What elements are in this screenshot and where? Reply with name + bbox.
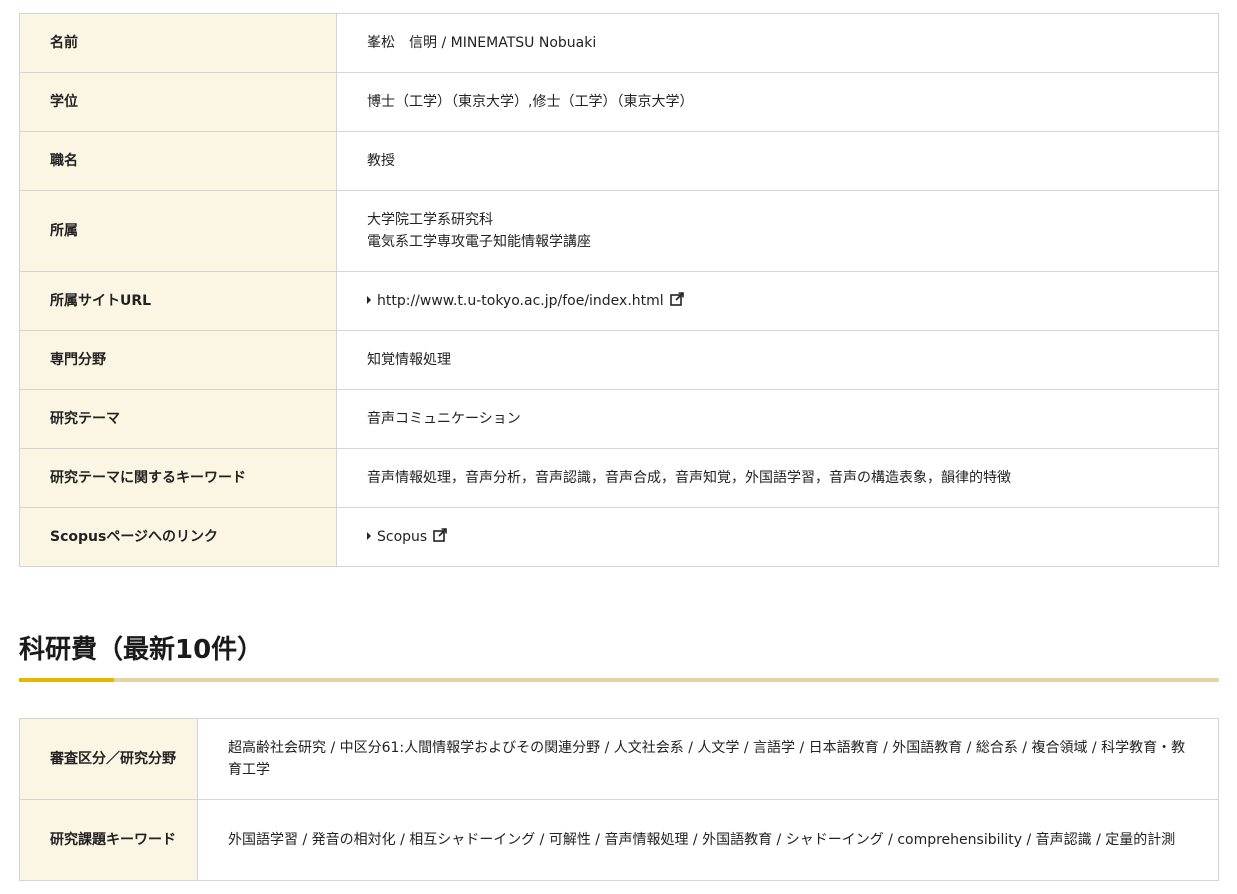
- heading-underline-accent: [19, 678, 114, 682]
- research-theme-value: 音声コミュニケーション: [336, 389, 1219, 449]
- caret-right-icon: [367, 532, 371, 540]
- row-label-position: 職名: [19, 131, 337, 191]
- row-label-scopus: Scopusページへのリンク: [19, 507, 337, 567]
- scopus-cell: Scopus: [336, 507, 1219, 567]
- row-label-affiliation: 所属: [19, 190, 337, 272]
- row-label-specialty: 専門分野: [19, 330, 337, 390]
- affiliation-value: 大学院工学系研究科 電気系工学専攻電子知能情報学講座: [336, 190, 1219, 272]
- table-row: Scopusページへのリンク Scopus: [19, 507, 1219, 567]
- row-label-affiliation-url: 所属サイトURL: [19, 271, 337, 331]
- kaken-section-heading: 科研費（最新10件）: [19, 635, 264, 665]
- row-label-degree: 学位: [19, 72, 337, 132]
- affiliation-url-link[interactable]: http://www.t.u-tokyo.ac.jp/foe/index.htm…: [367, 292, 684, 309]
- table-row: 審査区分／研究分野 超高齢社会研究 / 中区分61:人間情報学およびその関連分野…: [19, 718, 1219, 800]
- table-row: 職名 教授: [19, 131, 1219, 191]
- researcher-name: 峯松 信明 / MINEMATSU Nobuaki: [336, 13, 1219, 73]
- external-link-icon: [433, 528, 448, 542]
- table-row: 名前 峯松 信明 / MINEMATSU Nobuaki: [19, 13, 1219, 73]
- profile-table: 名前 峯松 信明 / MINEMATSU Nobuaki 学位 博士（工学）（東…: [19, 13, 1219, 567]
- row-label-review-category: 審査区分／研究分野: [19, 718, 198, 800]
- table-row: 研究課題キーワード 外国語学習 / 発音の相対化 / 相互シャドーイング / 可…: [19, 799, 1219, 881]
- row-label-name: 名前: [19, 13, 337, 73]
- table-row: 専門分野 知覚情報処理: [19, 330, 1219, 390]
- table-row: 研究テーマ 音声コミュニケーション: [19, 389, 1219, 449]
- kaken-table: 審査区分／研究分野 超高齢社会研究 / 中区分61:人間情報学およびその関連分野…: [19, 718, 1219, 881]
- caret-right-icon: [367, 296, 371, 304]
- affiliation-url-text: http://www.t.u-tokyo.ac.jp/foe/index.htm…: [377, 293, 664, 309]
- review-category-value: 超高齢社会研究 / 中区分61:人間情報学およびその関連分野 / 人文社会系 /…: [197, 718, 1219, 800]
- specialty-value: 知覚情報処理: [336, 330, 1219, 390]
- table-row: 研究テーマに関するキーワード 音声情報処理，音声分析，音声認識，音声合成，音声知…: [19, 448, 1219, 508]
- row-label-project-keywords: 研究課題キーワード: [19, 799, 198, 881]
- position-value: 教授: [336, 131, 1219, 191]
- row-label-research-keywords: 研究テーマに関するキーワード: [19, 448, 337, 508]
- research-keywords-value: 音声情報処理，音声分析，音声認識，音声合成，音声知覚，外国語学習，音声の構造表象…: [336, 448, 1219, 508]
- external-link-icon: [669, 292, 684, 306]
- scopus-link[interactable]: Scopus: [367, 528, 448, 545]
- table-row: 所属サイトURL http://www.t.u-tokyo.ac.jp/foe/…: [19, 271, 1219, 331]
- degree-value: 博士（工学）（東京大学）,修士（工学）（東京大学）: [336, 72, 1219, 132]
- table-row: 所属 大学院工学系研究科 電気系工学専攻電子知能情報学講座: [19, 190, 1219, 272]
- row-label-research-theme: 研究テーマ: [19, 389, 337, 449]
- affiliation-line-2: 電気系工学専攻電子知能情報学講座: [367, 234, 591, 250]
- researcher-profile-page: 名前 峯松 信明 / MINEMATSU Nobuaki 学位 博士（工学）（東…: [0, 0, 1237, 894]
- affiliation-url-cell: http://www.t.u-tokyo.ac.jp/foe/index.htm…: [336, 271, 1219, 331]
- table-row: 学位 博士（工学）（東京大学）,修士（工学）（東京大学）: [19, 72, 1219, 132]
- heading-underline: [19, 678, 1219, 682]
- affiliation-line-1: 大学院工学系研究科: [367, 212, 493, 228]
- scopus-link-text: Scopus: [377, 529, 428, 545]
- project-keywords-value: 外国語学習 / 発音の相対化 / 相互シャドーイング / 可解性 / 音声情報処…: [197, 799, 1219, 881]
